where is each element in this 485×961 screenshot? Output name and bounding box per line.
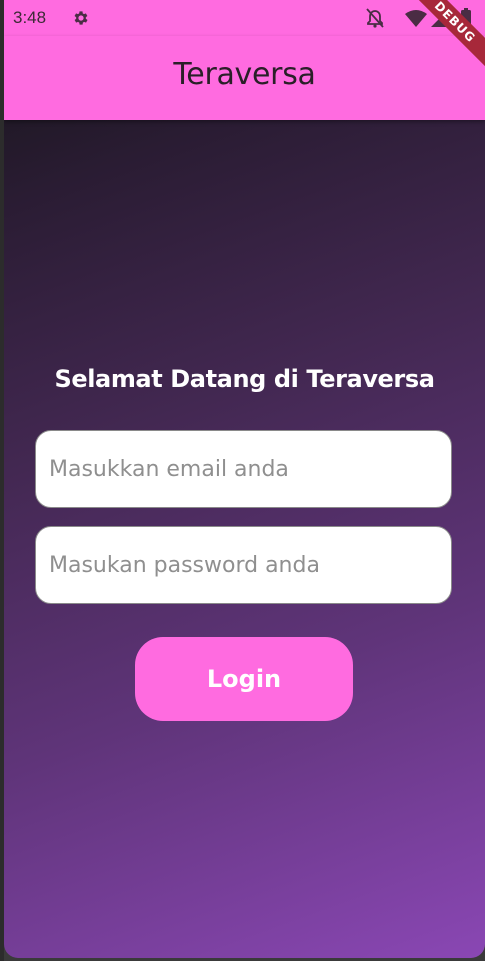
password-field[interactable]: [49, 527, 439, 603]
app-title: Teraversa: [173, 57, 316, 92]
status-time: 3:48: [13, 8, 47, 27]
phone-screen: 3:48 Teraversa DEBUG Selamat Datang di T…: [4, 0, 485, 958]
welcome-heading: Selamat Datang di Teraversa: [54, 365, 435, 393]
wifi-icon: [405, 10, 427, 27]
password-field-container: [35, 526, 452, 604]
email-field-container: [35, 430, 452, 508]
email-field[interactable]: [49, 431, 439, 507]
gear-icon: [74, 11, 88, 25]
app-bar: Teraversa: [4, 36, 485, 120]
device-frame: 3:48 Teraversa DEBUG Selamat Datang di T…: [0, 0, 485, 961]
notifications-off-icon: [366, 8, 384, 28]
login-button[interactable]: Login: [135, 637, 353, 721]
status-bar: 3:48: [4, 0, 485, 36]
